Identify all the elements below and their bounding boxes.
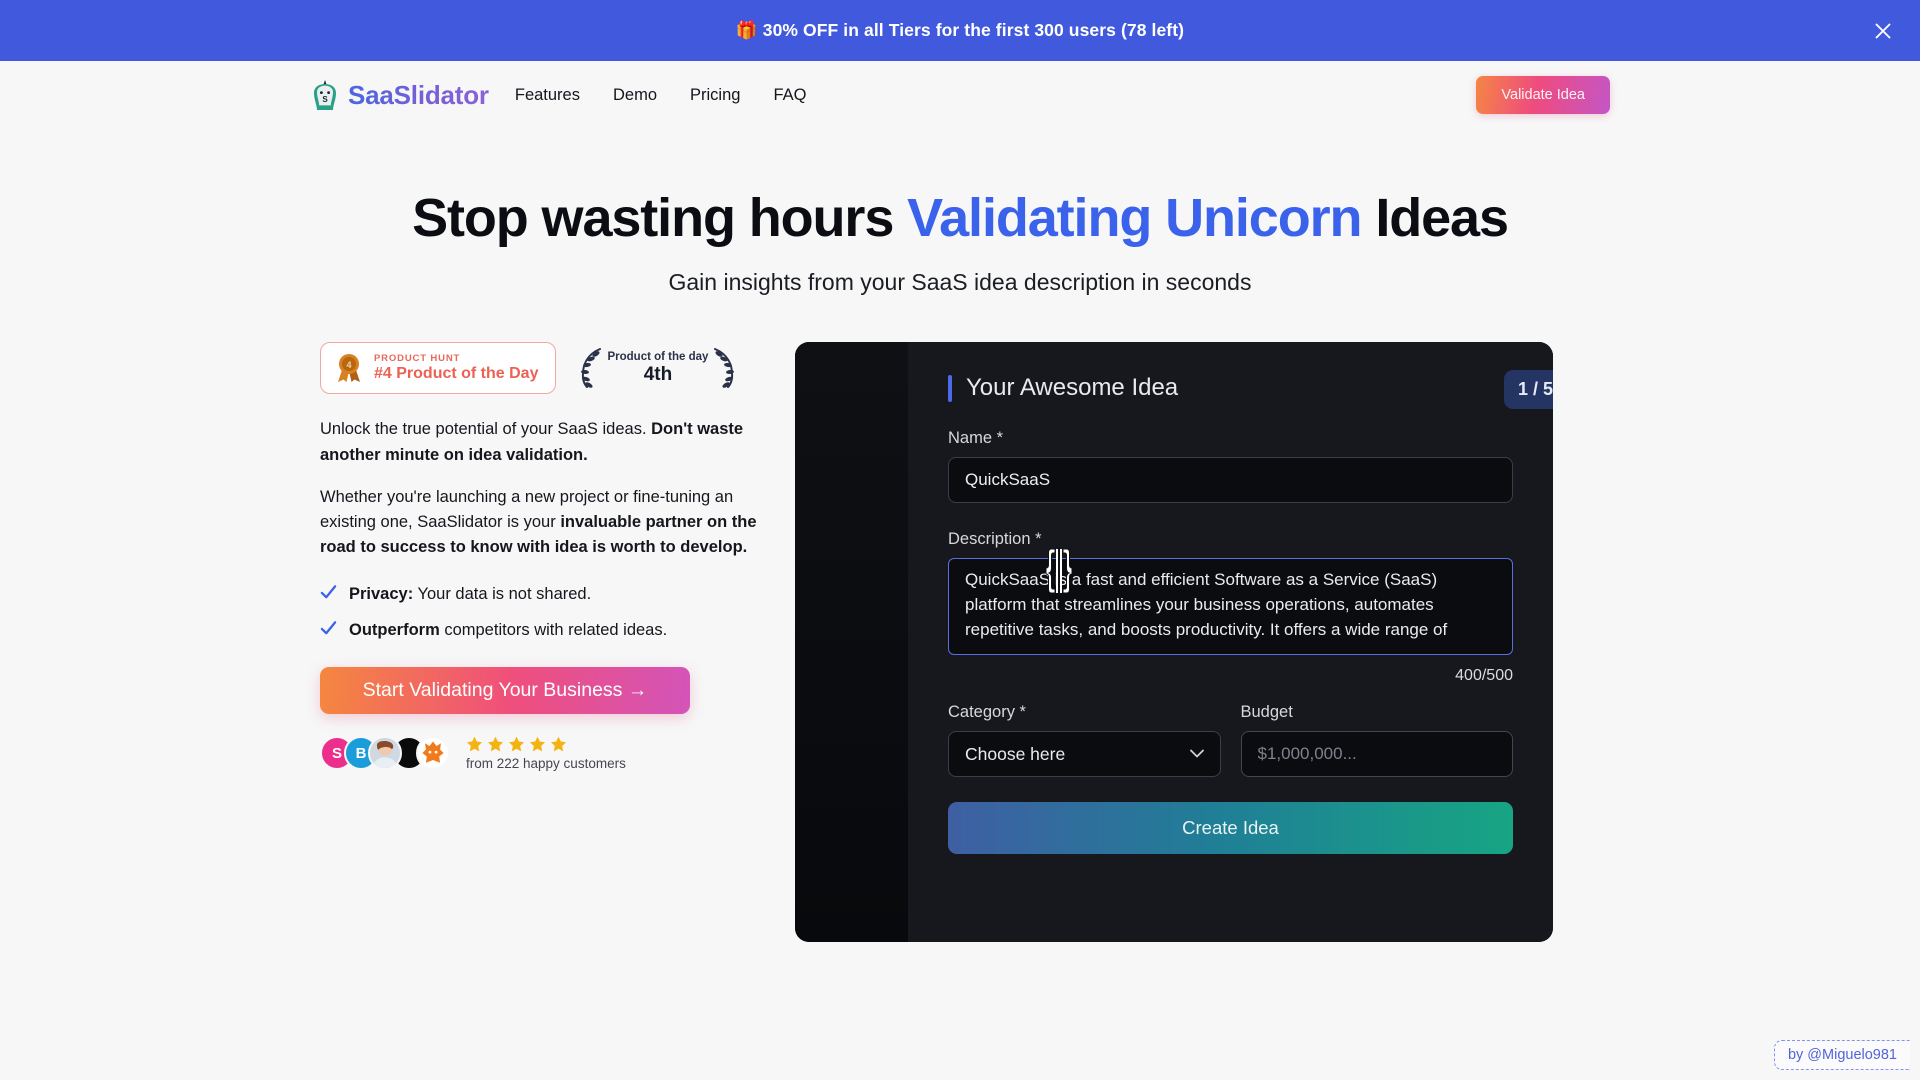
- laurel-badge[interactable]: Product of the day 4th: [578, 347, 737, 389]
- feature-list: Privacy: Your data is not shared. Outper…: [320, 582, 775, 640]
- name-label: Name *: [948, 429, 1513, 448]
- intro-paragraph-1: Unlock the true potential of your SaaS i…: [320, 417, 775, 467]
- idea-form-card: Your Awesome Idea 1 / 5 Name * Descripti…: [908, 342, 1553, 942]
- star-icon: [550, 736, 567, 752]
- product-hunt-badge[interactable]: 4 PRODUCT HUNT #4 Product of the Day: [320, 342, 556, 394]
- description-label: Description *: [948, 530, 1513, 549]
- panel-side-gutter: [795, 342, 908, 942]
- laurel-right-icon: [712, 347, 737, 389]
- main-nav: Features Demo Pricing FAQ: [515, 86, 807, 105]
- close-icon[interactable]: [1868, 16, 1898, 46]
- hero-title-accent: Validating Unicorn: [907, 188, 1361, 248]
- field-name: Name *: [948, 429, 1513, 503]
- field-description: Description *: [948, 530, 1513, 685]
- svg-text:S: S: [322, 95, 328, 104]
- hero-left-column: 4 PRODUCT HUNT #4 Product of the Day: [320, 342, 775, 770]
- step-badge: 1 / 5: [1504, 370, 1553, 409]
- social-proof: S B: [320, 736, 775, 771]
- category-label: Category *: [948, 703, 1221, 722]
- feature-bold-privacy: Privacy:: [349, 585, 413, 603]
- page-title: Stop wasting hours Validating Unicorn Id…: [0, 188, 1920, 248]
- award-badge-row: 4 PRODUCT HUNT #4 Product of the Day: [320, 342, 775, 394]
- field-budget: Budget: [1241, 703, 1514, 777]
- hero-right-column: Your Awesome Idea 1 / 5 Name * Descripti…: [795, 342, 1553, 770]
- site-header: S SaaSlidator Features Demo Pricing FAQ …: [0, 61, 1920, 129]
- chevron-down-icon: [1190, 749, 1204, 758]
- budget-input[interactable]: [1241, 731, 1514, 777]
- form-row-category-budget: Category * Choose here Budget: [948, 703, 1513, 777]
- avatar: [416, 736, 450, 770]
- field-category: Category * Choose here: [948, 703, 1221, 777]
- nav-item-faq[interactable]: FAQ: [773, 86, 806, 105]
- promo-banner: 🎁 30% OFF in all Tiers for the first 300…: [0, 0, 1920, 61]
- intro-paragraph-2: Whether you're launching a new project o…: [320, 485, 775, 560]
- feature-bold-outperform: Outperform: [349, 621, 440, 639]
- feature-rest-outperform: competitors with related ideas.: [440, 621, 667, 639]
- feature-item-outperform: Outperform competitors with related idea…: [320, 618, 775, 640]
- feature-rest-privacy: Your data is not shared.: [413, 585, 591, 603]
- star-rating: [466, 736, 626, 752]
- laurel-rank: 4th: [607, 364, 708, 386]
- rating-block: from 222 happy customers: [466, 736, 626, 771]
- create-idea-button[interactable]: Create Idea: [948, 802, 1513, 854]
- hero-subtitle: Gain insights from your SaaS idea descri…: [0, 269, 1920, 296]
- character-counter: 400/500: [948, 667, 1513, 685]
- credit-badge[interactable]: by @Miguelo981: [1774, 1040, 1910, 1070]
- feature-text-privacy: Privacy: Your data is not shared.: [349, 585, 591, 604]
- check-icon: [320, 620, 337, 637]
- intro-paragraph-1-plain: Unlock the true potential of your SaaS i…: [320, 420, 651, 438]
- title-accent-bar: [948, 375, 952, 402]
- star-icon: [529, 736, 546, 752]
- star-icon: [508, 736, 525, 752]
- hero-heading-block: Stop wasting hours Validating Unicorn Id…: [0, 188, 1920, 296]
- brand-logo[interactable]: S SaaSlidator: [310, 79, 489, 111]
- budget-label: Budget: [1241, 703, 1514, 722]
- hero-title-part2: Ideas: [1361, 188, 1508, 248]
- rating-text: from 222 happy customers: [466, 756, 626, 771]
- idea-form-panel: Your Awesome Idea 1 / 5 Name * Descripti…: [795, 342, 1553, 942]
- name-input[interactable]: [948, 457, 1513, 503]
- description-textarea[interactable]: [948, 558, 1513, 655]
- check-icon: [320, 584, 337, 601]
- product-hunt-title: #4 Product of the Day: [374, 365, 538, 383]
- svg-text:4: 4: [346, 360, 351, 370]
- medal-icon: 4: [335, 353, 363, 383]
- category-select[interactable]: Choose here: [948, 731, 1221, 777]
- hero-body: 4 PRODUCT HUNT #4 Product of the Day: [0, 342, 1920, 770]
- promo-banner-text: 🎁 30% OFF in all Tiers for the first 300…: [736, 20, 1184, 41]
- feature-text-outperform: Outperform competitors with related idea…: [349, 621, 667, 640]
- validate-idea-button[interactable]: Validate Idea: [1476, 76, 1610, 114]
- nav-item-pricing[interactable]: Pricing: [690, 86, 740, 105]
- brand-name: SaaSlidator: [348, 80, 489, 111]
- star-icon: [466, 736, 483, 752]
- feature-item-privacy: Privacy: Your data is not shared.: [320, 582, 775, 604]
- form-title-row: Your Awesome Idea 1 / 5: [948, 374, 1513, 402]
- unicorn-icon: S: [310, 79, 340, 111]
- form-title: Your Awesome Idea: [966, 374, 1178, 402]
- product-hunt-kicker: PRODUCT HUNT: [374, 353, 538, 364]
- avatar-group: S B: [320, 736, 440, 770]
- hero-title-part1: Stop wasting hours: [412, 188, 907, 248]
- nav-item-features[interactable]: Features: [515, 86, 580, 105]
- star-icon: [487, 736, 504, 752]
- category-value: Choose here: [965, 744, 1065, 765]
- nav-item-demo[interactable]: Demo: [613, 86, 657, 105]
- laurel-top-label: Product of the day: [607, 351, 708, 363]
- start-validating-button[interactable]: Start Validating Your Business →: [320, 667, 690, 714]
- laurel-left-icon: [578, 347, 603, 389]
